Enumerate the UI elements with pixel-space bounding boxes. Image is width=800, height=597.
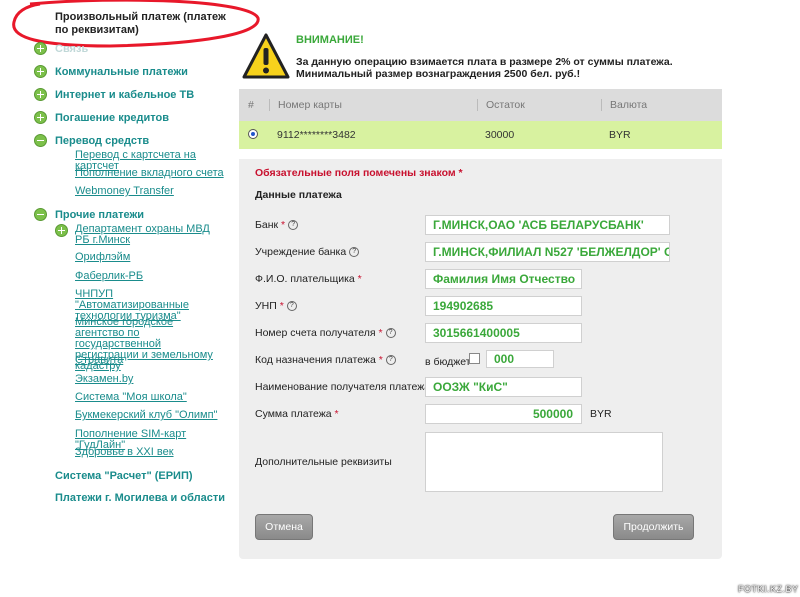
- sidebar: Произвольный платеж (платеж по реквизита…: [0, 0, 260, 597]
- amount-currency: BYR: [590, 408, 612, 420]
- sidebar-link-health[interactable]: Здоровье в XXI век: [75, 447, 225, 458]
- sidebar-title: Произвольный платеж (платеж по реквизита…: [55, 11, 226, 36]
- sidebar-item-communication[interactable]: Связь: [34, 42, 88, 55]
- card-balance: 30000: [485, 129, 515, 141]
- label-recipient: Наименование получателя платежа *: [255, 381, 437, 393]
- col-balance: Остаток: [477, 99, 601, 111]
- sidebar-link-my-school[interactable]: Система "Моя школа": [75, 392, 225, 403]
- required-fields-note: Обязательные поля помечены знаком *: [255, 167, 463, 179]
- branch-input[interactable]: Г.МИНСК,ФИЛИАЛ N527 'БЕЛЖЕЛДОР' С: [425, 242, 670, 262]
- help-icon[interactable]: ?: [286, 301, 297, 312]
- sidebar-link-oriflame[interactable]: Орифлэйм: [75, 252, 225, 263]
- expand-plus-icon: [55, 224, 68, 237]
- col-currency: Валюта: [601, 99, 722, 111]
- sidebar-item-transfer[interactable]: Перевод средств: [34, 134, 149, 147]
- sidebar-link-stravita[interactable]: Стравита: [75, 355, 225, 366]
- label-purpose: Код назначения платежа *?: [255, 354, 396, 366]
- purpose-code-input[interactable]: 000: [486, 350, 554, 368]
- card-table-header: # Номер карты Остаток Валюта: [239, 89, 722, 121]
- sidebar-item-dept[interactable]: Департамент охраны МВД РБ г.Минск: [55, 224, 215, 246]
- sidebar-item-mogilev[interactable]: Платежи г. Могилева и области: [55, 492, 225, 504]
- card-currency: BYR: [609, 129, 631, 141]
- budget-checkbox[interactable]: [469, 353, 480, 364]
- unp-input[interactable]: 194902685: [425, 296, 582, 316]
- cancel-button[interactable]: Отмена: [255, 514, 313, 540]
- expand-plus-icon: [34, 111, 47, 124]
- warning-title: ВНИМАНИЕ!: [296, 34, 364, 46]
- sidebar-link-deposit[interactable]: Пополнение вкладного счета: [75, 168, 225, 179]
- extra-details-textarea[interactable]: [425, 432, 663, 492]
- continue-button[interactable]: Продолжить: [613, 514, 694, 540]
- sidebar-item-utilities[interactable]: Коммунальные платежи: [34, 65, 188, 78]
- card-row[interactable]: 9112********3482 30000 BYR: [239, 121, 722, 149]
- amount-input[interactable]: 500000: [425, 404, 582, 424]
- expand-plus-icon: [34, 88, 47, 101]
- label-bank: Банк *?: [255, 219, 299, 231]
- watermark: FOTKI.KZ.BY: [738, 584, 799, 594]
- help-icon[interactable]: ?: [385, 328, 396, 339]
- sidebar-link-webmoney[interactable]: Webmoney Transfer: [75, 186, 225, 197]
- bank-input[interactable]: Г.МИНСК,ОАО 'АСБ БЕЛАРУСБАНК': [425, 215, 670, 235]
- col-card-number: Номер карты: [269, 99, 477, 111]
- card-number: 9112********3482: [277, 129, 356, 141]
- col-index: #: [248, 99, 254, 111]
- warning-icon: [242, 33, 290, 79]
- collapse-minus-icon: [34, 134, 47, 147]
- recipient-input[interactable]: ООЗЖ "КиС": [425, 377, 582, 397]
- collapse-minus-icon: [34, 208, 47, 221]
- sidebar-item-internet[interactable]: Интернет и кабельное ТВ: [34, 88, 194, 101]
- section-title: Данные платежа: [255, 189, 342, 201]
- label-unp: УНП *?: [255, 300, 297, 312]
- card-table: # Номер карты Остаток Валюта 9112*******…: [239, 89, 722, 149]
- sidebar-link-olimp[interactable]: Букмекерский клуб "Олимп": [75, 410, 225, 421]
- label-account: Номер счета получателя *?: [255, 327, 396, 339]
- payer-input[interactable]: Фамилия Имя Отчество: [425, 269, 582, 289]
- sidebar-item-loans[interactable]: Погашение кредитов: [34, 111, 169, 124]
- help-icon[interactable]: ?: [385, 355, 396, 366]
- card-radio-button[interactable]: [248, 128, 258, 139]
- help-icon[interactable]: ?: [349, 247, 360, 258]
- label-branch: Учреждение банка?: [255, 246, 360, 258]
- warning-text: За данную операцию взимается плата в раз…: [296, 56, 673, 80]
- sidebar-item-erip[interactable]: Система "Расчет" (ЕРИП): [55, 470, 193, 482]
- expand-plus-icon: [34, 42, 47, 55]
- expand-plus-icon: [34, 65, 47, 78]
- label-extra: Дополнительные реквизиты: [255, 456, 392, 468]
- sidebar-link-faberlic[interactable]: Фаберлик-РБ: [75, 271, 225, 282]
- label-payer: Ф.И.О. плательщика *: [255, 273, 362, 285]
- account-input[interactable]: 3015661400005: [425, 323, 582, 343]
- card-radio-cell[interactable]: [239, 128, 269, 142]
- label-amount: Сумма платежа *: [255, 408, 339, 420]
- help-icon[interactable]: ?: [288, 220, 299, 231]
- sidebar-link-ekzamen[interactable]: Экзамен.by: [75, 374, 225, 385]
- budget-label: в бюджет: [425, 356, 471, 368]
- sidebar-item-other[interactable]: Прочие платежи: [34, 208, 144, 221]
